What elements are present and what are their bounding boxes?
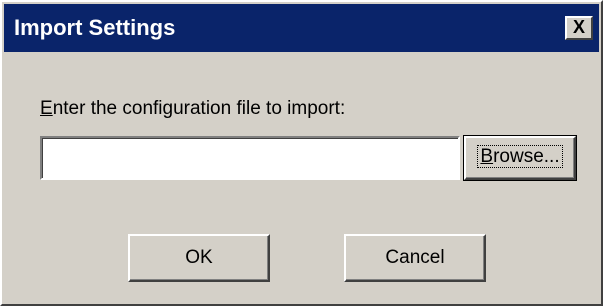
config-file-label: Enter the configuration file to import:	[40, 98, 345, 120]
browse-access-key: B	[480, 146, 494, 167]
close-button[interactable]: X	[565, 16, 593, 40]
browse-focus-rect: Browse...	[477, 145, 563, 168]
close-icon: X	[572, 17, 585, 37]
title-bar: Import Settings X	[4, 4, 599, 52]
cancel-button[interactable]: Cancel	[344, 234, 486, 282]
dialog-title: Import Settings	[14, 15, 176, 40]
label-access-key: E	[40, 98, 53, 119]
import-settings-dialog: Import Settings X Enter the configuratio…	[0, 0, 603, 306]
config-file-input[interactable]	[40, 136, 460, 180]
browse-button[interactable]: Browse...	[463, 135, 577, 181]
ok-button[interactable]: OK	[128, 234, 270, 282]
browse-label: rowse...	[493, 146, 560, 167]
label-text: nter the configuration file to import:	[52, 98, 346, 119]
